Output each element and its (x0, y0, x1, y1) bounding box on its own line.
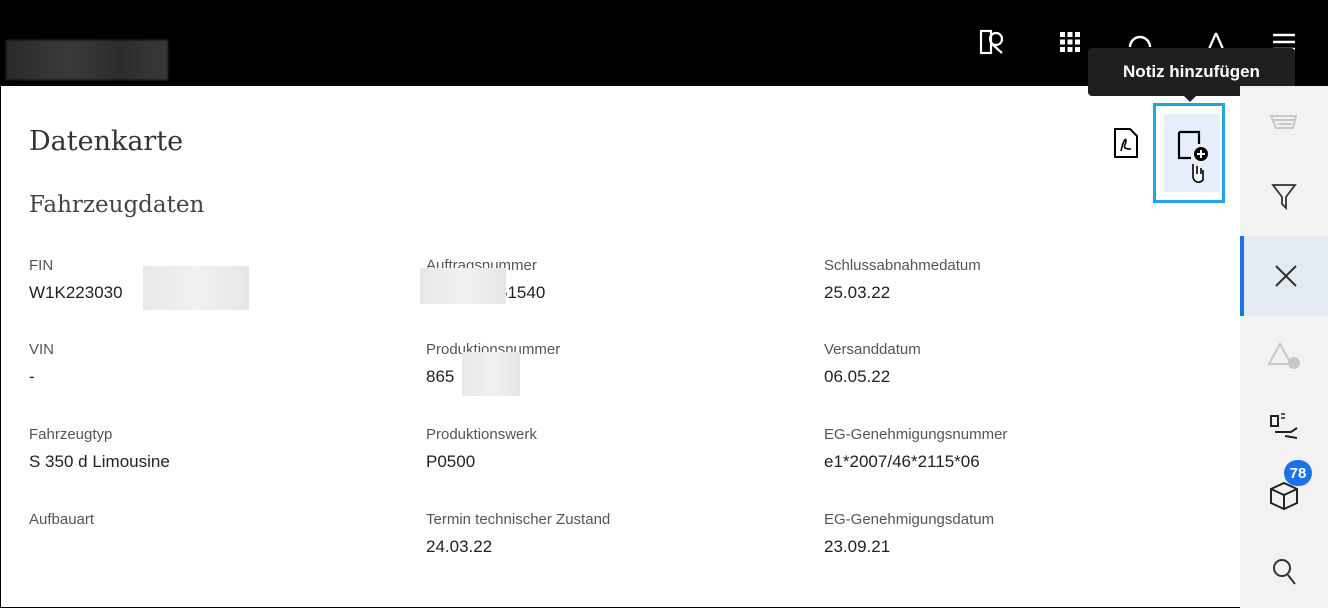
field-eg-genehmigungsnummer: EG-Genehmigungsnummer e1*2007/46*2115*06 (824, 423, 1007, 477)
field-value: e1*2007/46*2115*06 (824, 452, 980, 471)
pdf-export-button[interactable] (1110, 125, 1142, 161)
field-label: FIN (29, 257, 54, 274)
field-value (29, 532, 94, 562)
vin-scan-icon[interactable] (976, 26, 1008, 58)
field-value: S 350 d Limousine (29, 452, 170, 471)
apps-grid-icon[interactable] (1054, 26, 1086, 58)
field-value: 06.05.22 (824, 367, 891, 386)
field-value: 24.03.22 (426, 537, 493, 556)
section-title: Fahrzeugdaten (29, 192, 205, 218)
search-button[interactable] (1240, 532, 1328, 612)
field-vin: VIN - (29, 338, 54, 392)
warning-info-icon (1267, 341, 1300, 369)
field-value: - (29, 367, 35, 386)
field-value: 23.09.21 (824, 537, 891, 556)
filter-button[interactable] (1240, 156, 1328, 236)
field-fahrzeugtyp: Fahrzeugtyp S 350 d Limousine (29, 423, 170, 477)
add-note-icon (1177, 130, 1208, 183)
cart-button[interactable] (1240, 86, 1328, 166)
field-value: 61540 (420, 268, 545, 308)
oil-service-icon (1270, 413, 1298, 439)
field-value: 25.03.22 (824, 283, 891, 302)
field-label: Schlussabnahmedatum (824, 257, 981, 274)
field-produktionswerk: Produktionswerk P0500 (426, 423, 537, 477)
field-label: EG-Genehmigungsnummer (824, 426, 1008, 443)
field-label: Produktionswerk (426, 426, 537, 443)
field-fin: FIN W1K223030 (29, 254, 249, 310)
close-icon (1275, 265, 1297, 287)
field-label: Fahrzeugtyp (29, 426, 113, 443)
warnings-button[interactable] (1240, 316, 1328, 396)
pdf-icon (1114, 128, 1138, 158)
packages-button[interactable]: 78 (1240, 456, 1328, 536)
search-icon (1273, 559, 1296, 585)
field-value: 865 (426, 352, 560, 396)
field-auftragsnummer: Auftragsnummer 61540 (420, 254, 545, 308)
close-button[interactable] (1240, 236, 1328, 316)
add-note-button-highlight (1164, 114, 1220, 192)
add-note-button[interactable] (1153, 103, 1225, 203)
right-toolbar: 78 (1240, 86, 1328, 608)
field-produktionsnummer: Produktionsnummer 865 (426, 338, 560, 396)
oil-service-button[interactable] (1240, 386, 1328, 466)
cart-icon (1269, 115, 1298, 129)
package-count-badge: 78 (1284, 460, 1312, 486)
field-aufbauart: Aufbauart (29, 508, 94, 562)
field-label: Termin technischer Zustand (426, 511, 611, 528)
field-termin-technischer-zustand: Termin technischer Zustand 24.03.22 (426, 508, 610, 562)
field-label: EG-Genehmigungsdatum (824, 511, 995, 528)
field-schlussabnahmedatum: Schlussabnahmedatum 25.03.22 (824, 254, 981, 308)
filter-icon (1271, 184, 1297, 210)
field-eg-genehmigungsdatum: EG-Genehmigungsdatum 23.09.21 (824, 508, 994, 562)
redacted-logo (6, 40, 168, 80)
field-value: P0500 (426, 452, 476, 471)
field-versanddatum: Versanddatum 06.05.22 (824, 338, 921, 392)
page-title: Datenkarte (29, 126, 184, 157)
field-value: W1K223030 (29, 266, 249, 310)
field-label: Aufbauart (29, 511, 95, 528)
field-label: VIN (29, 341, 55, 358)
field-label: Versanddatum (824, 341, 921, 358)
